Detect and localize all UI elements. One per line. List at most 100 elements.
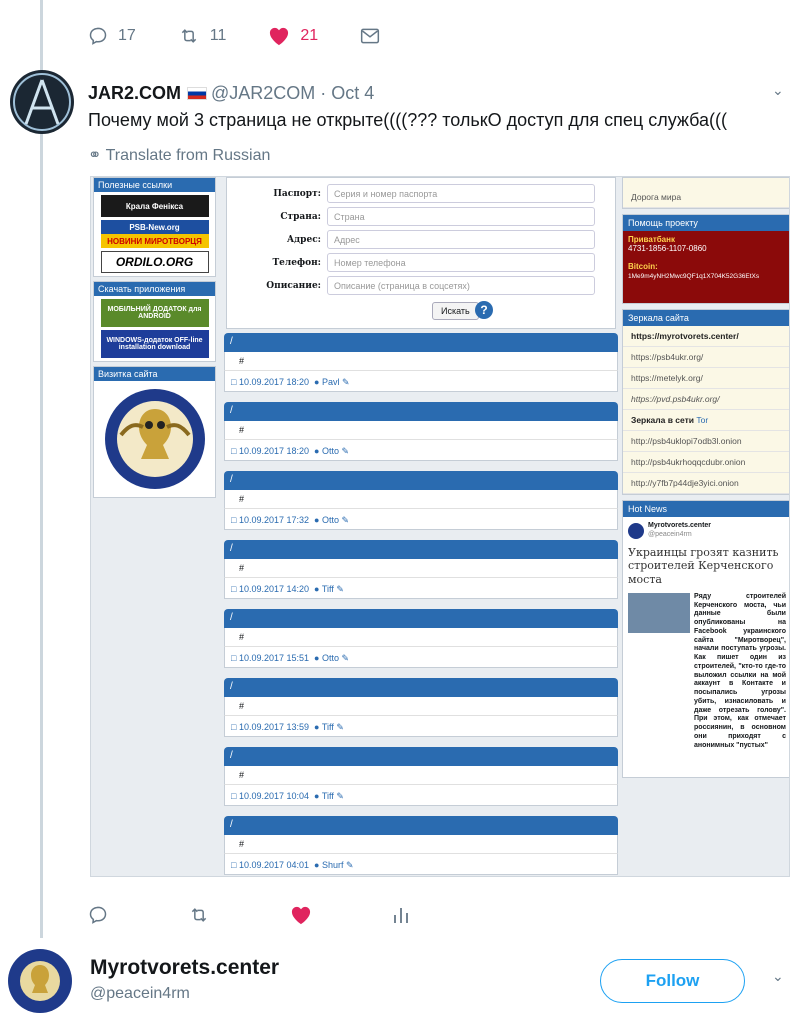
search-button[interactable]: Искать — [432, 302, 479, 320]
post-meta: □ 10.09.2017 04:01 ● Shurf ✎ — [224, 853, 618, 875]
post-title: / — [224, 609, 618, 628]
post-mark: # — [224, 490, 618, 508]
post-item[interactable]: / # □ 10.09.2017 10:04 ● Tiff ✎ — [224, 747, 618, 816]
country-input[interactable]: Страна — [327, 207, 595, 226]
form-row-country: Страна: Страна — [233, 207, 595, 226]
reply-button[interactable] — [88, 905, 118, 925]
reply-icon — [89, 27, 107, 45]
mirror-link[interactable]: https://myrotvorets.center/ — [623, 326, 789, 347]
calendar-icon: □ — [231, 584, 237, 594]
onion-link[interactable]: http://y7fb7p44dje3yici.onion — [623, 473, 789, 494]
post-mark: # — [224, 352, 618, 370]
banner-mirotvorets[interactable]: НОВИНИ МИРОТВОРЦЯ — [100, 234, 209, 248]
link-icon[interactable]: ✎ — [342, 446, 350, 456]
mirror-link[interactable]: https://psb4ukr.org/ — [623, 347, 789, 368]
seal-container — [94, 381, 215, 497]
follow-button[interactable]: Follow — [600, 959, 745, 1003]
bitcoin-label: Bitcoin: — [628, 262, 658, 271]
retweet-button[interactable]: 11 — [178, 26, 227, 46]
post-date: 10.09.2017 10:04 — [238, 791, 310, 801]
post-author[interactable]: Otto — [322, 446, 339, 456]
onion-link[interactable]: http://psb4uklopi7odb3l.onion — [623, 431, 789, 452]
link-icon[interactable]: ✎ — [342, 377, 350, 387]
globe-icon: ⚭ — [88, 147, 102, 164]
handle-date[interactable]: @JAR2COM · Oct 4 — [211, 83, 374, 103]
account-handle[interactable]: @peacein4rm — [90, 985, 190, 1003]
retweet-button[interactable] — [188, 905, 220, 925]
post-item[interactable]: / # □ 10.09.2017 17:32 ● Otto ✎ — [224, 471, 618, 540]
post-item[interactable]: / # □ 10.09.2017 14:20 ● Tiff ✎ — [224, 540, 618, 609]
news-embed[interactable]: Myrotvorets.center @peacein4rm Украинцы г… — [623, 517, 789, 777]
android-app-banner[interactable]: МОБІЛЬНИЙ ДОДАТОК для ANDROID — [100, 299, 209, 327]
windows-app-banner[interactable]: WINDOWS-додаток OFF-line installation do… — [100, 330, 209, 358]
reply-button[interactable]: 17 — [88, 26, 136, 46]
tor-mirrors-label: Зеркала в сети Tor — [623, 410, 789, 431]
phone-input[interactable]: Номер телефона — [327, 253, 595, 272]
chevron-down-icon[interactable]: ⌄ — [772, 968, 784, 985]
retweet-count: 11 — [209, 27, 227, 44]
road-link[interactable]: Дорога мира — [623, 178, 789, 208]
link-icon[interactable]: ✎ — [336, 584, 344, 594]
mirror-link[interactable]: https://metelyk.org/ — [623, 368, 789, 389]
translate-link[interactable]: ⚭ Translate from Russian — [88, 145, 270, 165]
post-meta: □ 10.09.2017 14:20 ● Tiff ✎ — [224, 577, 618, 599]
post-mark: # — [224, 697, 618, 715]
post-date: 10.09.2017 14:20 — [238, 584, 310, 594]
link-icon[interactable]: ✎ — [342, 653, 350, 663]
link-icon[interactable]: ✎ — [346, 860, 354, 870]
link-icon[interactable]: ✎ — [342, 515, 350, 525]
tweet-image[interactable]: Полезные ссылки Крала Фенікса PSB-New.or… — [90, 176, 790, 877]
post-item[interactable]: / # □ 10.09.2017 18:20 ● Pavl ✎ — [224, 333, 618, 402]
help-icon[interactable]: ? — [475, 301, 493, 319]
hot-news-header: Hot News — [623, 501, 789, 517]
post-date: 10.09.2017 18:20 — [238, 377, 310, 387]
post-title: / — [224, 333, 618, 352]
mirrors-box: Зеркала сайта https://myrotvorets.center… — [622, 309, 789, 495]
form-row-phone: Телефон: Номер телефона — [233, 253, 595, 272]
post-author[interactable]: Tiff — [322, 791, 334, 801]
user-icon: ● — [314, 446, 320, 456]
post-author[interactable]: Pavl — [322, 377, 340, 387]
avatar-jar2[interactable] — [10, 70, 74, 134]
post-author[interactable]: Shurf — [322, 860, 344, 870]
onion-link[interactable]: http://psb4ukrhoqqcdubr.onion — [623, 452, 789, 473]
post-title: / — [224, 471, 618, 490]
analytics-button[interactable] — [392, 905, 420, 925]
address-input[interactable]: Адрес — [327, 230, 595, 249]
like-button[interactable] — [290, 905, 322, 925]
tweet-text: Почему мой 3 страница не открыте((((??? … — [88, 110, 728, 130]
post-item[interactable]: / # □ 10.09.2017 15:51 ● Otto ✎ — [224, 609, 618, 678]
road-box: Дорога мира — [622, 177, 789, 209]
post-author[interactable]: Otto — [322, 515, 339, 525]
dm-button[interactable] — [360, 27, 390, 45]
account-name[interactable]: Myrotvorets.center — [90, 956, 279, 980]
post-item[interactable]: / # □ 10.09.2017 18:20 ● Otto ✎ — [224, 402, 618, 471]
like-button[interactable]: 21 — [268, 26, 318, 46]
description-input[interactable]: Описание (страница в соцсетях) — [327, 276, 595, 295]
banner-ordilo[interactable]: ORDILO.ORG — [100, 251, 209, 273]
owl-seal-icon — [104, 389, 205, 489]
site-left-column: Полезные ссылки Крала Фенікса PSB-New.or… — [91, 177, 218, 502]
post-author[interactable]: Otto — [322, 653, 339, 663]
site-right-column: Дорога мира Помощь проекту Приватбанк 47… — [622, 177, 789, 783]
post-author[interactable]: Tiff — [322, 722, 334, 732]
help-project-box: Помощь проекту Приватбанк 4731-1856-1107… — [622, 214, 789, 304]
link-icon[interactable]: ✎ — [336, 791, 344, 801]
display-name[interactable]: JAR2.COM — [88, 83, 181, 103]
passport-input[interactable]: Серия и номер паспорта — [327, 184, 595, 203]
chevron-down-icon[interactable]: ⌄ — [772, 82, 784, 99]
owl-seal-icon — [10, 951, 70, 1011]
post-item[interactable]: / # □ 10.09.2017 04:01 ● Shurf ✎ — [224, 816, 618, 876]
post-author[interactable]: Tiff — [322, 584, 334, 594]
russia-flag-icon — [187, 87, 208, 100]
avatar-myrotvorets[interactable] — [8, 949, 72, 1013]
post-meta: □ 10.09.2017 17:32 ● Otto ✎ — [224, 508, 618, 530]
link-icon[interactable]: ✎ — [336, 722, 344, 732]
like-count: 21 — [300, 27, 319, 44]
post-item[interactable]: / # □ 10.09.2017 13:59 ● Tiff ✎ — [224, 678, 618, 747]
banner-krala[interactable]: Крала Фенікса — [100, 195, 209, 217]
retweet-icon — [191, 908, 207, 922]
banner-psb[interactable]: PSB-New.org — [100, 220, 209, 234]
privat-number: 4731-1856-1107-0860 — [628, 244, 707, 253]
mirror-link[interactable]: https://pvd.psb4ukr.org/ — [623, 389, 789, 410]
